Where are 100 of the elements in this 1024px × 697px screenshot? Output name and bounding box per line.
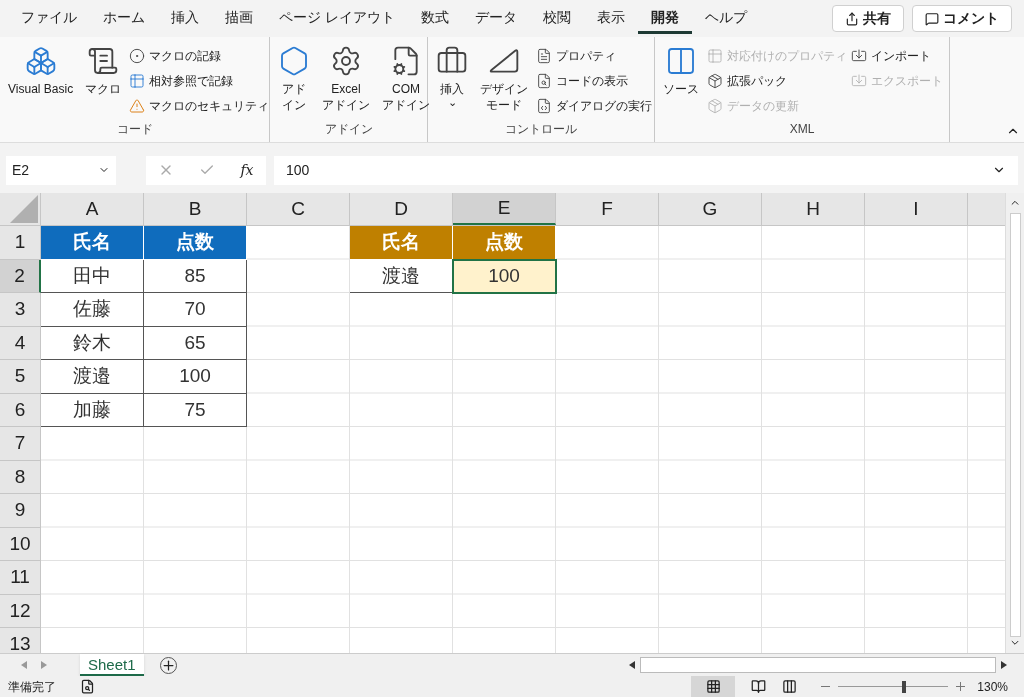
table-cell: 加藤 (41, 393, 144, 427)
column-header[interactable]: B (144, 193, 247, 225)
name-box[interactable]: E2 (6, 155, 116, 185)
menu-tab[interactable]: 挿入 (158, 3, 212, 34)
group-label: アドイン (324, 121, 373, 138)
hexagon-icon (278, 45, 310, 77)
column-header[interactable]: F (556, 193, 659, 225)
zoom-in-icon[interactable] (956, 682, 966, 691)
zoom-thumb[interactable] (902, 680, 907, 693)
table-icon (707, 48, 723, 64)
table-cell: 点数 (453, 226, 556, 260)
panels-icon (665, 45, 697, 77)
share-button[interactable]: 共有 (832, 5, 904, 32)
table-cell: 渡邉 (350, 259, 453, 293)
row-header[interactable]: 4 (0, 326, 41, 360)
table-cell: 佐藤 (41, 293, 144, 327)
menu-tab[interactable]: 表示 (583, 3, 638, 34)
menu-tab[interactable]: ホーム (90, 3, 158, 34)
group-label: コード (116, 121, 153, 138)
table-cell: 65 (144, 326, 247, 360)
row-header[interactable]: 7 (0, 427, 41, 461)
import-icon (851, 73, 867, 89)
menu-tab[interactable]: データ (461, 3, 530, 34)
package-icon (707, 73, 723, 89)
menu-tab[interactable]: 開発 (637, 3, 692, 34)
table-icon (129, 73, 146, 89)
row-header[interactable]: 5 (0, 360, 41, 394)
document-code-icon (536, 98, 552, 114)
package-icon (707, 98, 723, 114)
zoom-level[interactable]: 130% (977, 677, 1008, 696)
column-header[interactable]: A (41, 193, 144, 225)
comment-button[interactable]: コメント (912, 5, 1012, 32)
row-header[interactable]: 12 (0, 594, 41, 628)
page-layout-icon[interactable] (751, 679, 767, 694)
ribbon-button[interactable]: ソース (659, 45, 703, 97)
comment-icon (925, 11, 939, 26)
scroll-icon (87, 45, 120, 77)
ribbon-button[interactable]: デザイン モード (476, 45, 532, 113)
table-cell: 鈴木 (41, 326, 144, 360)
table-cell: 70 (144, 293, 247, 327)
column-header[interactable]: I (865, 193, 968, 225)
warning-icon (129, 98, 146, 114)
row-header[interactable]: 9 (0, 494, 41, 528)
ribbon-small-button[interactable]: マクロの記録 (129, 45, 270, 67)
menu-tab[interactable]: ヘルプ (691, 3, 760, 34)
column-header[interactable]: E (453, 193, 556, 225)
ribbon-small-button[interactable]: プロパティ (536, 45, 652, 67)
column-header[interactable]: G (659, 193, 762, 225)
row-header[interactable]: 1 (0, 226, 41, 260)
ribbon-button[interactable]: Visual Basic (4, 45, 78, 97)
scroll-thumb[interactable] (1009, 212, 1021, 638)
column-header[interactable]: H (762, 193, 865, 225)
cubes-icon (24, 45, 57, 77)
scroll-left-icon[interactable] (628, 661, 636, 669)
menu-tab[interactable]: ページ レイアウト (266, 3, 408, 34)
group-label: XML (789, 121, 815, 138)
row-header[interactable]: 11 (0, 561, 41, 595)
row-header[interactable]: 6 (0, 393, 41, 427)
ribbon-button[interactable]: 挿入 ⌄ (432, 45, 472, 107)
row-header[interactable]: 2 (0, 259, 41, 293)
formula-field[interactable]: 100 (274, 155, 1018, 185)
menu-tab[interactable]: 描画 (212, 3, 266, 34)
status-text: 準備完了 (8, 678, 56, 696)
ribbon-small-button[interactable]: マクロのセキュリティ (129, 95, 270, 117)
table-cell: 氏名 (350, 226, 453, 260)
row-header[interactable]: 10 (0, 527, 41, 561)
sheet-tab[interactable]: Sheet1 (80, 654, 144, 676)
table-cell: 85 (144, 259, 247, 293)
table-cell: 75 (144, 393, 247, 427)
normal-view-icon[interactable] (705, 679, 721, 694)
ribbon-small-button[interactable]: コードの表示 (536, 70, 652, 92)
ribbon-button[interactable]: COM アドイン (378, 45, 434, 113)
page-break-icon[interactable] (782, 679, 798, 694)
table-cell: 田中 (41, 259, 144, 293)
menu-tab[interactable]: ファイル (8, 3, 90, 34)
share-icon (845, 11, 859, 26)
macro-record-icon[interactable] (80, 679, 95, 694)
ribbon-small-button[interactable]: ダイアログの実行 (536, 95, 652, 117)
function-button[interactable]: fx (240, 159, 254, 181)
ribbon-button[interactable]: マクロ (81, 45, 126, 97)
row-header[interactable]: 8 (0, 460, 41, 494)
row-header[interactable]: 13 (0, 628, 41, 653)
table-cell: 氏名 (41, 226, 144, 260)
ribbon-small-button[interactable]: インポート (851, 45, 943, 67)
ribbon-button[interactable]: アド イン (274, 45, 314, 113)
menu-tab[interactable]: 校閲 (529, 3, 584, 34)
ribbon-small-button[interactable]: 相対参照で記録 (129, 70, 270, 92)
gear-icon (330, 45, 362, 77)
horizontal-scroll-thumb[interactable] (640, 657, 996, 673)
group-label: コントロール (505, 121, 577, 138)
menu-tab[interactable]: 数式 (407, 3, 462, 34)
table-cell: 点数 (144, 226, 247, 260)
table-cell: 渡邉 (41, 360, 144, 394)
ribbon-small-button[interactable]: 拡張パック (707, 70, 847, 92)
scroll-right-icon[interactable] (1000, 661, 1008, 669)
record-icon (129, 48, 146, 64)
row-header[interactable]: 3 (0, 293, 41, 327)
document-search-icon (536, 73, 552, 89)
ribbon-button[interactable]: Excel アドイン (318, 45, 374, 113)
column-header[interactable]: C (247, 193, 350, 225)
